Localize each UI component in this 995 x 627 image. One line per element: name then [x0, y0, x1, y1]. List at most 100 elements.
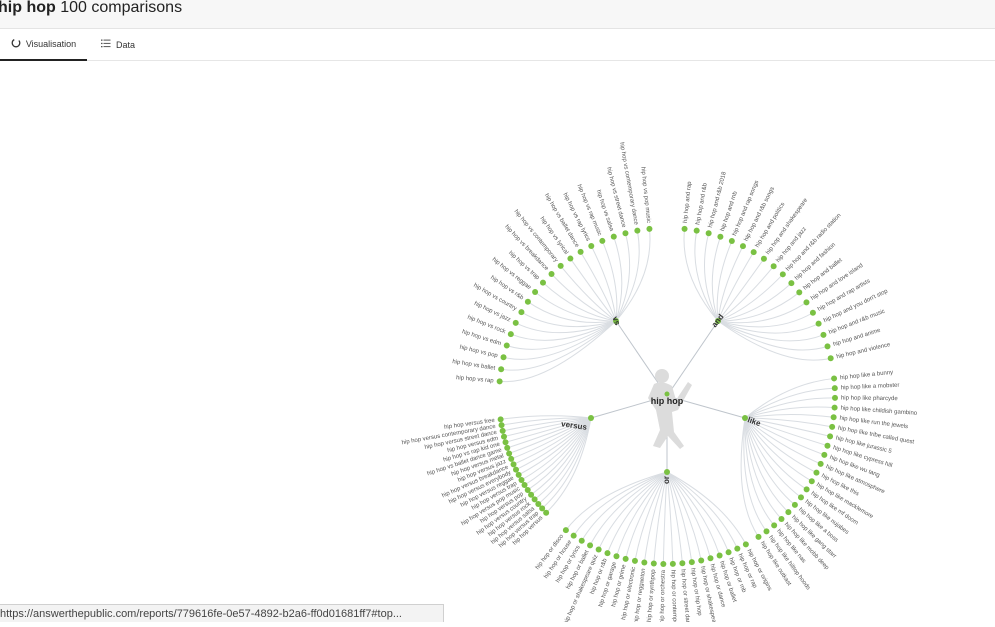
leaf-node[interactable] — [567, 255, 574, 262]
leaf-node[interactable] — [622, 555, 629, 562]
leaf-node[interactable] — [831, 385, 838, 392]
leaf-question-label[interactable]: hip hop like childish gambino — [840, 406, 918, 417]
leaf-node[interactable] — [796, 289, 803, 296]
leaf-question-label[interactable]: hip hop and ballet — [803, 257, 844, 291]
leaf-question-label[interactable]: hip hop vs rap — [456, 375, 495, 384]
leaf-node[interactable] — [646, 225, 653, 232]
leaf-node[interactable] — [829, 423, 836, 430]
leaf-node[interactable] — [813, 469, 820, 476]
leaf-node[interactable] — [688, 559, 695, 566]
leaf-node[interactable] — [641, 559, 648, 566]
leaf-node[interactable] — [604, 550, 611, 557]
leaf-node[interactable] — [515, 471, 522, 478]
leaf-node[interactable] — [791, 501, 798, 508]
leaf-node[interactable] — [820, 331, 827, 338]
leaf-question-label[interactable]: hip hop like pharcyde — [841, 395, 898, 402]
leaf-question-label[interactable]: hip hop and r&b — [695, 182, 709, 225]
leaf-node[interactable] — [507, 331, 514, 338]
leaf-node[interactable] — [681, 225, 688, 232]
leaf-node[interactable] — [831, 375, 838, 382]
leaf-node[interactable] — [750, 249, 757, 256]
leaf-node[interactable] — [588, 243, 595, 250]
leaf-node[interactable] — [503, 342, 510, 349]
leaf-node[interactable] — [830, 414, 837, 421]
leaf-node[interactable] — [539, 279, 546, 286]
leaf-node[interactable] — [808, 478, 815, 485]
leaf-node[interactable] — [578, 537, 585, 544]
leaf-node[interactable] — [557, 262, 564, 269]
leaf-node[interactable] — [827, 355, 834, 362]
leaf-question-label[interactable]: hip hop vs pop music — [639, 167, 651, 224]
leaf-node[interactable] — [577, 248, 584, 255]
leaf-node[interactable] — [518, 477, 525, 483]
leaf-node[interactable] — [698, 557, 705, 564]
leaf-node[interactable] — [797, 494, 804, 501]
leaf-node[interactable] — [770, 263, 777, 270]
leaf-node[interactable] — [500, 354, 507, 361]
leaf-node[interactable] — [763, 528, 770, 535]
branch-node[interactable] — [588, 415, 594, 421]
leaf-node[interactable] — [650, 560, 657, 567]
leaf-question-label[interactable]: hip hop or orchestra — [660, 569, 667, 623]
leaf-node[interactable] — [693, 227, 700, 234]
leaf-node[interactable] — [728, 238, 735, 245]
leaf-node[interactable] — [755, 533, 762, 540]
leaf-node[interactable] — [631, 557, 638, 564]
leaf-question-label[interactable]: hip hop or synthpop — [647, 569, 657, 623]
leaf-node[interactable] — [739, 243, 746, 250]
leaf-node[interactable] — [496, 378, 503, 385]
branch-node[interactable] — [664, 469, 670, 475]
leaf-question-label[interactable]: hip hop and rap songs — [732, 180, 760, 237]
leaf-node[interactable] — [824, 343, 831, 350]
leaf-node[interactable] — [548, 270, 555, 277]
leaf-node[interactable] — [707, 555, 714, 562]
leaf-node[interactable] — [660, 560, 667, 567]
leaf-question-label[interactable]: hip hop or reggaeton — [634, 568, 647, 624]
leaf-node[interactable] — [613, 553, 620, 560]
leaf-node[interactable] — [622, 230, 629, 237]
tab-data[interactable]: Data — [101, 29, 151, 60]
leaf-node[interactable] — [742, 541, 749, 548]
leaf-node[interactable] — [817, 460, 824, 467]
leaf-node[interactable] — [610, 233, 617, 240]
leaf-node[interactable] — [679, 560, 686, 567]
leaf-node[interactable] — [510, 461, 517, 468]
leaf-question-label[interactable]: hip hop vs reggae — [491, 257, 533, 292]
leaf-node[interactable] — [570, 532, 577, 539]
leaf-question-label[interactable]: hip hop or street dance — [679, 569, 691, 627]
leaf-node[interactable] — [779, 271, 786, 278]
leaf-node[interactable] — [809, 309, 816, 316]
leaf-question-label[interactable]: hip hop like a bunny — [840, 370, 894, 382]
leaf-node[interactable] — [705, 230, 712, 237]
leaf-node[interactable] — [499, 427, 506, 434]
leaf-node[interactable] — [815, 320, 822, 327]
leaf-node[interactable] — [821, 451, 828, 458]
leaf-question-label[interactable]: hip hop and rap — [683, 181, 693, 224]
leaf-node[interactable] — [595, 546, 602, 553]
leaf-node[interactable] — [803, 299, 810, 306]
leaf-node[interactable] — [506, 450, 513, 457]
leaf-node[interactable] — [500, 433, 507, 440]
leaf-node[interactable] — [508, 455, 515, 462]
leaf-question-label[interactable]: hip hop like a mobster — [841, 383, 900, 392]
leaf-node[interactable] — [785, 509, 792, 516]
leaf-node[interactable] — [803, 486, 810, 493]
leaf-node[interactable] — [524, 486, 531, 493]
leaf-node[interactable] — [504, 444, 511, 451]
leaf-node[interactable] — [831, 394, 838, 401]
leaf-node[interactable] — [831, 404, 838, 411]
leaf-node[interactable] — [498, 422, 505, 429]
leaf-node[interactable] — [497, 416, 504, 423]
leaf-node[interactable] — [502, 439, 509, 446]
leaf-node[interactable] — [587, 542, 594, 549]
leaf-question-label[interactable]: hip hop vs edm — [461, 329, 502, 347]
leaf-node[interactable] — [734, 545, 741, 552]
leaf-node[interactable] — [521, 482, 528, 489]
leaf-node[interactable] — [788, 280, 795, 287]
leaf-question-label[interactable]: hip hop or contemporary — [669, 570, 677, 627]
leaf-node[interactable] — [518, 309, 525, 316]
leaf-node[interactable] — [599, 237, 606, 244]
leaf-node[interactable] — [498, 366, 505, 373]
leaf-question-label[interactable]: hip hop vs pop — [459, 345, 499, 360]
leaf-node[interactable] — [513, 466, 520, 473]
